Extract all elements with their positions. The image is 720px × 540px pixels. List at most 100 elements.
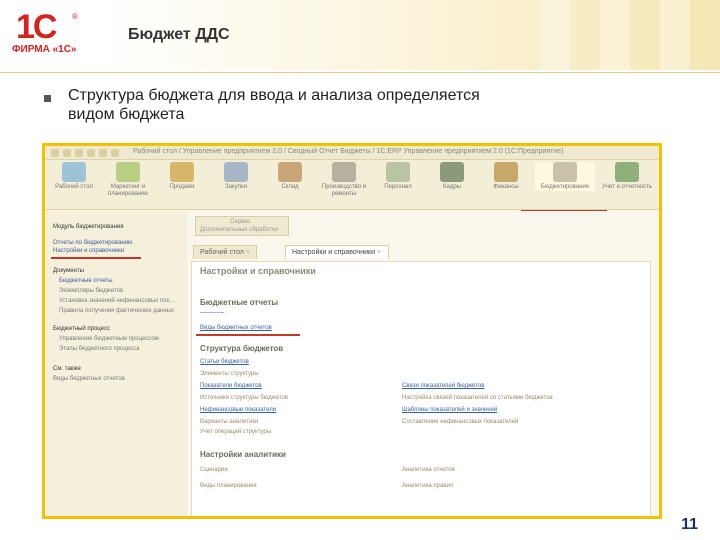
logo-text: ФИРМА «1С» (12, 44, 77, 55)
history-icon[interactable] (99, 149, 107, 157)
window-icon[interactable] (51, 149, 59, 157)
company-logo: 1С ® ФИРМА «1С» (12, 8, 82, 56)
service-sublabel: Дополнительные обработки (200, 227, 278, 233)
link-indicator-item-settings[interactable]: Настройка связей показателей со статьями… (402, 394, 553, 402)
group-budget-structure: Структура бюджетов (200, 344, 284, 353)
panel-title: Настройки и справочники (200, 266, 316, 276)
slide-title: Бюджет ДДС (128, 26, 230, 43)
navigation-panel: Модуль бюджетирования Отчеты по бюджетир… (45, 211, 187, 516)
link-report-kinds[interactable]: Виды бюджетных отчетов (200, 324, 272, 332)
close-icon[interactable]: × (246, 249, 250, 256)
close-icon[interactable]: × (377, 249, 381, 256)
tab-label: Рабочий стол (200, 249, 244, 256)
section-label: Маркетинг и планирование (108, 184, 148, 197)
link-rule-analytics[interactable]: Аналитика правил (402, 482, 453, 490)
link-scenarios[interactable]: Сценарии (200, 466, 228, 474)
bullet-icon (44, 95, 51, 102)
nav-item-fact-rules[interactable]: Правила получения фактических данных (59, 307, 174, 315)
tab-label: Настройки и справочники (292, 249, 375, 256)
logo-mark: 1С (16, 8, 57, 46)
accounting-icon (615, 162, 639, 182)
section-sales[interactable]: Продажи (157, 162, 207, 191)
section-desktop[interactable]: Рабочий стол (49, 162, 99, 191)
highlight-underline-report-kinds (196, 334, 300, 336)
section-label: Производство и ремонты (321, 184, 367, 197)
link-nonfinancial-indicators[interactable]: Нефинансовые показатели (200, 406, 276, 414)
link-report-analytics[interactable]: Аналитика отчетов (402, 466, 455, 474)
link-planning-kinds[interactable]: Виды планирования (200, 482, 257, 490)
section-label: Закупки (225, 184, 247, 190)
group-budget-reports: Бюджетные отчеты (200, 298, 279, 307)
section-label: Бюджетирование (540, 184, 590, 190)
app-screenshot: Рабочий стол / Управление предприятием 2… (42, 143, 662, 519)
section-hr[interactable]: Кадры (427, 162, 477, 191)
link-analytics-variants[interactable]: Варианты аналитики (200, 418, 258, 426)
nav-item-process-stages[interactable]: Этапы бюджетного процесса (59, 345, 139, 353)
section-warehouse[interactable]: Склад (265, 162, 315, 191)
service-box[interactable]: Сервис Дополнительные обработки (195, 216, 289, 236)
main-area: Сервис Дополнительные обработки Рабочий … (187, 211, 659, 516)
tab-home[interactable]: Рабочий стол × (193, 245, 257, 259)
nav-link-settings[interactable]: Настройки и справочники (53, 247, 124, 255)
link-budget-items[interactable]: Статьи бюджетов (200, 358, 249, 366)
section-staff[interactable]: Персонал (373, 162, 423, 191)
finance-icon (494, 162, 518, 182)
staff-icon (386, 162, 410, 182)
section-accounting[interactable]: Учет и отчетность (599, 162, 655, 191)
header-divider (0, 72, 720, 73)
section-label: Рабочий стол (55, 184, 93, 190)
production-icon (332, 162, 356, 182)
section-panel: Рабочий стол Маркетинг и планирование Пр… (45, 160, 659, 210)
nav-group-process: Бюджетный процесс (53, 326, 110, 332)
link-nonfinancial-composition[interactable]: Составление нефинансовых показателей (402, 418, 518, 426)
service-label: Сервис (230, 219, 251, 225)
section-label: Склад (281, 184, 299, 190)
nav-item-nonfinancial-values[interactable]: Установка значений нефинансовых пок... (59, 297, 174, 305)
warehouse-icon (278, 162, 302, 182)
section-marketing[interactable]: Маркетинг и планирование (103, 162, 153, 198)
page-number: 11 (681, 516, 698, 533)
marketing-icon (116, 162, 140, 182)
link-indicator-links[interactable]: Связи показателей бюджетов (402, 382, 484, 390)
nav-group-documents: Документы (53, 268, 84, 274)
forward-icon[interactable] (75, 149, 83, 157)
back-icon[interactable] (63, 149, 71, 157)
home-icon[interactable] (87, 149, 95, 157)
nav-item-budget-reports[interactable]: Бюджетные отчеты (59, 277, 113, 285)
section-label: Персонал (384, 184, 412, 190)
section-production[interactable]: Производство и ремонты (319, 162, 369, 198)
tab-settings[interactable]: Настройки и справочники × (285, 245, 389, 259)
nav-item-report-kinds[interactable]: Виды бюджетных отчетов (53, 375, 125, 383)
app-title: Рабочий стол / Управление предприятием 2… (133, 148, 564, 155)
nav-group-budgeting: Модуль бюджетирования (53, 224, 124, 230)
section-label: Кадры (443, 184, 461, 190)
link-structure-elements[interactable]: Элементы структуры (200, 370, 259, 378)
desktop-icon (62, 162, 86, 182)
purchases-icon (224, 162, 248, 182)
bullet-text: Структура бюджета для ввода и анализа оп… (68, 87, 480, 123)
report-kinds-scribble[interactable]: ~~~~~~ (200, 310, 225, 318)
section-label: Продажи (169, 184, 195, 190)
highlight-underline-settings (51, 257, 141, 259)
nav-item-budget-instances[interactable]: Экземпляры бюджетов (59, 287, 123, 295)
link-structure-sources[interactable]: Источники структуры бюджетов (200, 394, 288, 402)
group-analytics-settings: Настройки аналитики (200, 450, 286, 459)
section-label: Учет и отчетность (602, 184, 652, 190)
section-purchases[interactable]: Закупки (211, 162, 261, 191)
link-budget-indicators[interactable]: Показатели бюджетов (200, 382, 262, 390)
section-budgeting[interactable]: Бюджетирование (535, 162, 595, 191)
budgeting-icon (553, 162, 577, 182)
settings-panel: Настройки и справочники Бюджетные отчеты… (191, 261, 651, 516)
sales-icon (170, 162, 194, 182)
section-label: Финансы (493, 184, 519, 190)
favorites-icon[interactable] (111, 149, 119, 157)
hr-icon (440, 162, 464, 182)
link-indicator-templates[interactable]: Шаблоны показателей и значений (402, 406, 497, 414)
link-structure-operations[interactable]: Учет операций структуры (200, 428, 271, 436)
nav-item-process-management[interactable]: Управление бюджетным процессом (59, 335, 159, 343)
section-finance[interactable]: Финансы (481, 162, 531, 191)
nav-group-see-also: См. также (53, 366, 81, 372)
nav-link-reports[interactable]: Отчеты по бюджетированию (53, 239, 133, 247)
logo-registered: ® (72, 12, 78, 21)
app-titlebar: Рабочий стол / Управление предприятием 2… (45, 146, 659, 160)
